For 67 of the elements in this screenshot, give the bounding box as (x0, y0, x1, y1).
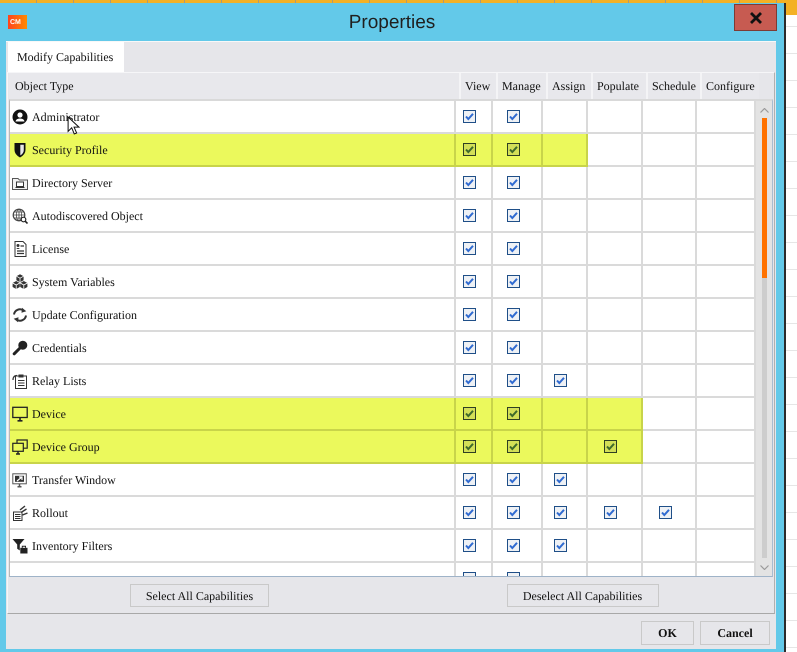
checkbox[interactable] (463, 275, 476, 288)
checkbox[interactable] (463, 374, 476, 387)
checkbox[interactable] (463, 110, 476, 123)
checkbox[interactable] (463, 308, 476, 321)
object-type-label: Credentials (32, 340, 87, 356)
checkbox[interactable] (506, 110, 520, 123)
checkbox[interactable] (506, 572, 520, 576)
object-type-label: Security Profile (32, 142, 108, 158)
checkbox[interactable] (506, 506, 520, 519)
checkbox[interactable] (554, 473, 567, 486)
checkbox[interactable] (463, 242, 476, 255)
object-type-label: Autodiscovered Object (32, 208, 143, 224)
scrollbar-thumb[interactable] (762, 118, 766, 278)
object-type-label: Directory Server (32, 174, 112, 192)
checkbox[interactable] (506, 374, 520, 387)
checkbox[interactable] (506, 341, 520, 354)
checkbox[interactable] (506, 275, 520, 288)
checkbox[interactable] (554, 374, 567, 387)
object-type-label: Device (32, 406, 66, 422)
select-all-button[interactable]: Select All Capabilities (130, 584, 269, 607)
checkbox[interactable] (506, 176, 520, 189)
checkbox[interactable] (554, 539, 567, 552)
tab[interactable]: Modify Capabilities (8, 42, 124, 72)
object-type-label: Inventory Filters (32, 538, 112, 554)
checkbox[interactable] (463, 143, 476, 156)
checkbox[interactable] (463, 407, 476, 420)
checkbox[interactable] (506, 308, 520, 321)
checkbox[interactable] (506, 209, 520, 222)
object-type-label: Rollout (32, 504, 68, 522)
checkbox[interactable] (463, 341, 476, 354)
monitor-icon (12, 406, 28, 422)
deselect-all-button[interactable]: Deselect All Capabilities (506, 584, 658, 607)
checkbox[interactable] (463, 539, 476, 552)
checkbox[interactable] (463, 440, 476, 453)
object-type-label: Transfer Window (32, 472, 116, 488)
object-type-label: System Variables (32, 274, 115, 290)
checkbox[interactable] (463, 572, 476, 576)
funnel-icon (12, 538, 28, 554)
ok-button[interactable]: OK (641, 621, 694, 645)
checkbox[interactable] (506, 440, 520, 453)
checkbox[interactable] (604, 506, 617, 519)
checkbox[interactable] (658, 506, 672, 519)
close-button[interactable] (734, 4, 777, 31)
checkbox[interactable] (506, 473, 520, 486)
checkbox[interactable] (463, 506, 476, 519)
checkbox[interactable] (463, 176, 476, 189)
object-type-label: License (32, 240, 70, 258)
object-type-label: Device Group (32, 438, 100, 456)
shield-icon (12, 142, 28, 158)
monitors-icon (12, 438, 28, 454)
object-type-label: Administrator (32, 108, 100, 126)
checkbox[interactable] (506, 539, 520, 552)
checkbox[interactable] (463, 209, 476, 222)
key-icon (12, 340, 28, 356)
object-type-label: Relay Lists (32, 372, 86, 390)
close-icon (748, 12, 762, 24)
object-type-label: Update Configuration (32, 306, 137, 324)
checkbox[interactable] (554, 506, 567, 519)
scrollbar-track[interactable] (762, 118, 766, 558)
checkbox[interactable] (506, 143, 520, 156)
checkbox[interactable] (506, 407, 520, 420)
checkbox[interactable] (463, 473, 476, 486)
checkbox[interactable] (506, 242, 520, 255)
cancel-button[interactable]: Cancel (700, 621, 770, 645)
checkbox[interactable] (604, 440, 617, 453)
window-title: Properties (348, 12, 436, 32)
refresh-icon (12, 306, 28, 322)
